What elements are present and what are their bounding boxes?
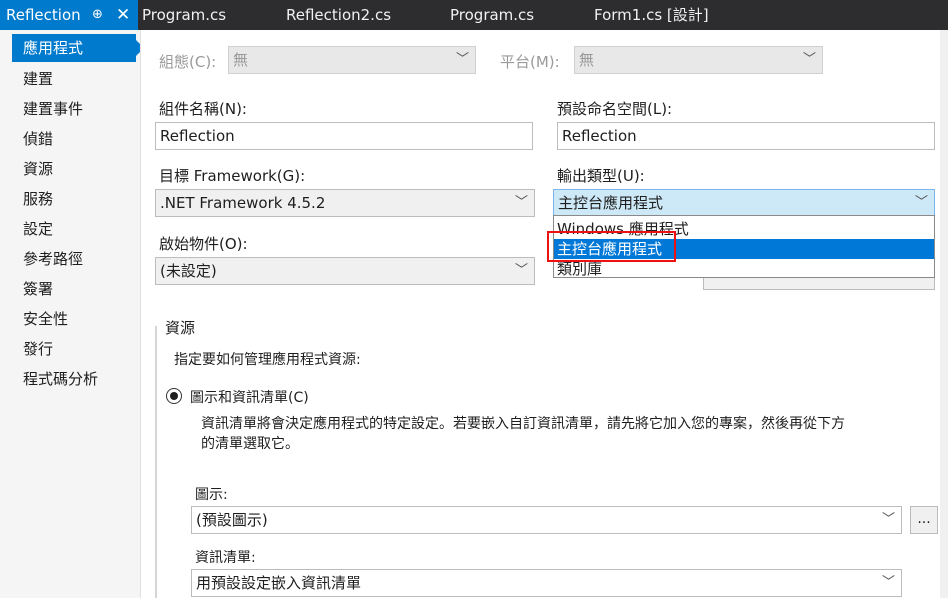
sidebar-item-resources[interactable]: 資源 (12, 155, 136, 183)
chevron-down-icon: ﹀ (881, 575, 895, 590)
chevron-down-icon: ﹀ (455, 52, 469, 67)
group-border (155, 326, 157, 598)
sidebar-item-debug[interactable]: 偵錯 (12, 125, 136, 153)
platform-label: 平台(M): (500, 53, 560, 71)
tab-program-cs-2[interactable]: Program.cs (450, 0, 534, 30)
vertical-scrollbar[interactable] (940, 30, 948, 598)
icon-manifest-radio-label[interactable]: 圖示和資訊清單(C) (190, 387, 309, 407)
icon-label: 圖示: (195, 487, 228, 503)
platform-select: 無 ﹀ (574, 46, 823, 74)
sidebar: 應用程式 建置 建置事件 偵錯 資源 服務 設定 參考路徑 簽署 安全性 發行 … (0, 30, 144, 598)
sidebar-item-reference-paths[interactable]: 參考路徑 (12, 245, 136, 273)
document-tab-bar: Reflection ⊕ ✕ Program.cs Reflection2.cs… (0, 0, 948, 30)
resources-instruction: 指定要如何管理應用程式資源: (174, 352, 361, 368)
default-namespace-label: 預設命名空間(L): (557, 100, 673, 118)
sidebar-item-publish[interactable]: 發行 (12, 335, 136, 363)
sidebar-item-settings[interactable]: 設定 (12, 215, 136, 243)
sidebar-item-build-events[interactable]: 建置事件 (12, 95, 136, 123)
startup-object-select[interactable]: (未設定) ﹀ (155, 257, 535, 285)
pin-icon[interactable]: ⊕ (92, 0, 103, 30)
configuration-label: 組態(C): (159, 53, 217, 71)
icon-manifest-radio[interactable] (166, 388, 182, 404)
manifest-label: 資訊清單: (195, 550, 256, 566)
output-type-option-class-library[interactable]: 類別庫 (554, 259, 934, 279)
assembly-name-input[interactable]: Reflection (155, 122, 533, 150)
startup-object-label: 啟始物件(O): (159, 235, 248, 253)
resources-group-title: 資源 (165, 319, 196, 337)
sidebar-item-build[interactable]: 建置 (12, 65, 136, 93)
chevron-down-icon: ﹀ (514, 195, 528, 210)
output-type-label: 輸出類型(U): (557, 167, 645, 185)
tab-label: Reflection (6, 6, 81, 24)
chevron-down-icon: ﹀ (881, 512, 895, 527)
sidebar-item-security[interactable]: 安全性 (12, 305, 136, 333)
output-type-select[interactable]: 主控台應用程式 ﹀ (553, 189, 935, 217)
sidebar-item-services[interactable]: 服務 (12, 185, 136, 213)
tab-program-cs[interactable]: Program.cs (142, 0, 226, 30)
tab-reflection2-cs[interactable]: Reflection2.cs (286, 0, 391, 30)
chevron-down-icon: ﹀ (802, 52, 816, 67)
chevron-down-icon: ﹀ (514, 263, 528, 278)
target-framework-label: 目標 Framework(G): (159, 167, 306, 185)
manifest-description: 資訊清單將會決定應用程式的特定設定。若要嵌入自訂資訊清單，請先將它加入您的專案，… (201, 416, 845, 452)
close-icon[interactable]: ✕ (116, 0, 130, 30)
configuration-select: 無 ﹀ (228, 46, 476, 74)
icon-select[interactable]: (預設圖示) ﹀ (191, 506, 902, 534)
tab-form1-designer[interactable]: Form1.cs [設計] (594, 0, 709, 30)
manifest-select[interactable]: 用預設設定嵌入資訊清單 ﹀ (191, 569, 902, 597)
sidebar-item-application[interactable]: 應用程式 (12, 34, 144, 62)
assembly-name-label: 組件名稱(N): (159, 100, 247, 118)
tab-reflection-properties[interactable]: Reflection ⊕ ✕ (0, 0, 138, 30)
sidebar-item-code-analysis[interactable]: 程式碼分析 (12, 365, 136, 393)
browse-icon-button[interactable]: ... (910, 506, 938, 534)
highlight-annotation-box (547, 231, 676, 262)
chevron-down-icon: ﹀ (914, 195, 928, 210)
sidebar-item-signing[interactable]: 簽署 (12, 275, 136, 303)
target-framework-select[interactable]: .NET Framework 4.5.2 ﹀ (155, 189, 535, 217)
default-namespace-input[interactable]: Reflection (557, 122, 935, 150)
